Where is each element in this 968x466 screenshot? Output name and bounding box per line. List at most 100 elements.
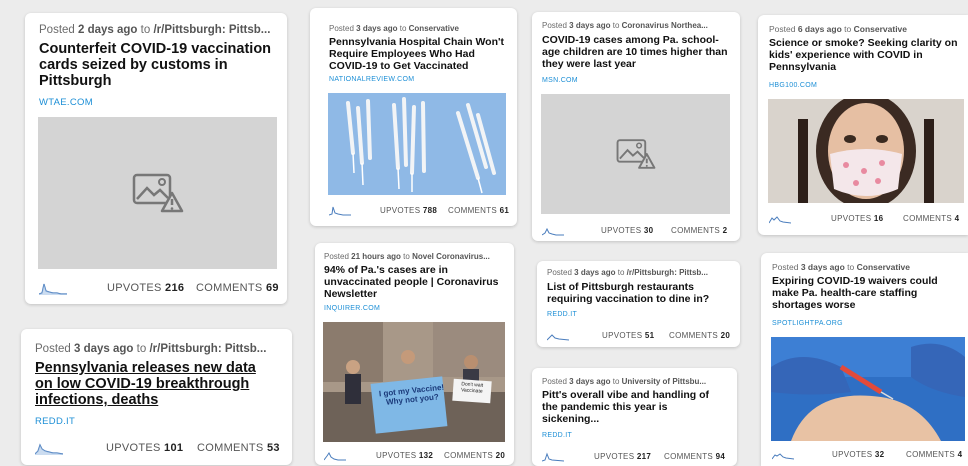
comments[interactable]: COMMENTS 69 [196, 282, 279, 294]
subreddit-link[interactable]: Conservative [409, 24, 459, 33]
to-label: to [617, 268, 625, 277]
post-domain[interactable]: REDD.IT [547, 311, 577, 318]
upvotes: UPVOTES 216 [107, 282, 184, 294]
comments-label: COMMENTS [903, 213, 953, 223]
posted-label: Posted [542, 377, 567, 386]
upvotes-label: UPVOTES [602, 330, 643, 340]
image-placeholder [38, 117, 277, 269]
post-age: 3 days ago [569, 21, 611, 30]
to-label: to [140, 24, 151, 36]
post-domain[interactable]: REDD.IT [542, 432, 572, 439]
post-title[interactable]: COVID-19 cases among Pa. school-age chil… [542, 34, 730, 70]
comments[interactable]: COMMENTS 20 [669, 331, 730, 340]
post-title[interactable]: Counterfeit COVID-19 vaccination cards s… [39, 41, 279, 89]
post-footer: UPVOTES 30 COMMENTS 2 [542, 224, 732, 236]
activity-sparkline [329, 206, 351, 215]
upvotes-label: UPVOTES [831, 213, 872, 223]
posted-label: Posted [547, 268, 572, 277]
post-card[interactable]: Posted 2 days ago to /r/Pittsburgh: Pitt… [25, 13, 287, 304]
post-meta: Posted 3 days ago to /r/Pittsburgh: Pitt… [547, 268, 735, 277]
post-domain[interactable]: HBG100.COM [769, 82, 817, 89]
comments-count: 61 [499, 205, 510, 215]
image-placeholder-icon [616, 139, 655, 169]
post-footer: UPVOTES 216 COMMENTS 69 [39, 280, 279, 296]
post-card[interactable]: Posted 3 days ago to Conservative Expiri… [761, 253, 968, 466]
post-title[interactable]: Pitt's overall vibe and handling of the … [542, 389, 727, 425]
subreddit-link[interactable]: Conservative [854, 24, 907, 34]
post-age: 3 days ago [74, 343, 134, 355]
upvotes-label: UPVOTES [106, 442, 161, 454]
comments[interactable]: COMMENTS 4 [903, 214, 959, 223]
post-card[interactable]: Posted 3 days ago to /r/Pittsburgh: Pitt… [21, 329, 292, 465]
comments-label: COMMENTS [197, 442, 264, 454]
comments[interactable]: COMMENTS 94 [664, 452, 725, 461]
post-footer: UPVOTES 32 COMMENTS 4 [772, 448, 964, 460]
post-domain[interactable]: MSN.COM [542, 77, 578, 84]
comments-label: COMMENTS [444, 450, 494, 460]
post-title[interactable]: 94% of Pa.'s cases are in unvaccinated p… [324, 264, 504, 300]
posted-label: Posted [772, 262, 799, 272]
upvotes-count: 216 [165, 282, 185, 294]
post-card[interactable]: Posted 3 days ago to /r/Pittsburgh: Pitt… [537, 261, 740, 347]
upvotes-count: 16 [873, 213, 884, 223]
post-title[interactable]: Pennsylvania releases new data on low CO… [35, 360, 275, 408]
post-age: 3 days ago [569, 377, 611, 386]
comments[interactable]: COMMENTS 20 [444, 451, 505, 460]
post-title[interactable]: List of Pittsburgh restaurants requiring… [547, 281, 732, 305]
upvotes-count: 217 [636, 451, 652, 461]
post-title[interactable]: Science or smoke? Seeking clarity on kid… [769, 37, 964, 73]
comments[interactable]: COMMENTS 61 [448, 206, 509, 215]
to-label: to [612, 377, 620, 386]
subreddit-link[interactable]: /r/Pittsburgh: Pittsb... [627, 268, 708, 277]
post-card[interactable]: Posted 3 days ago to University of Pitts… [532, 368, 737, 466]
comments[interactable]: COMMENTS 2 [671, 226, 727, 235]
subreddit-link[interactable]: Novel Coronavirus... [412, 252, 490, 261]
post-meta: Posted 3 days ago to University of Pitts… [542, 377, 730, 386]
upvotes: UPVOTES 32 [832, 450, 884, 459]
protest-photo: I got my Vaccine! Why not you? Don't wai… [323, 322, 505, 442]
post-footer: UPVOTES 101 COMMENTS 53 [35, 440, 285, 456]
upvotes: UPVOTES 217 [594, 452, 651, 461]
post-card[interactable]: Posted 3 days ago to Coronavirus Northea… [532, 12, 740, 241]
upvotes-count: 788 [422, 205, 438, 215]
post-age: 6 days ago [797, 24, 842, 34]
post-title[interactable]: Expiring COVID-19 waivers could make Pa.… [772, 275, 964, 311]
comments[interactable]: COMMENTS 53 [197, 442, 280, 454]
subreddit-link[interactable]: University of Pittsbu... [622, 377, 706, 386]
subreddit-link[interactable]: Conservative [857, 262, 910, 272]
comments-count: 69 [265, 282, 279, 294]
post-title[interactable]: Pennsylvania Hospital Chain Won't Requir… [329, 36, 509, 72]
syringes-photo [328, 93, 506, 195]
comments-count: 4 [954, 213, 960, 223]
upvotes: UPVOTES 51 [602, 331, 654, 340]
post-card[interactable]: Posted 6 days ago to Conservative Scienc… [758, 15, 968, 235]
post-domain[interactable]: REDD.IT [35, 416, 75, 427]
post-meta: Posted 21 hours ago to Novel Coronavirus… [324, 252, 506, 261]
post-card[interactable]: Posted 21 hours ago to Novel Coronavirus… [315, 243, 514, 465]
injection-illustration [771, 337, 965, 441]
upvotes-count: 101 [164, 442, 184, 454]
post-domain[interactable]: INQUIRER.COM [324, 305, 380, 312]
comments-label: COMMENTS [669, 330, 719, 340]
posted-label: Posted [39, 24, 75, 36]
subreddit-link[interactable]: /r/Pittsburgh: Pittsb... [153, 24, 270, 36]
post-domain[interactable]: WTAE.COM [39, 97, 93, 108]
post-footer: UPVOTES 788 COMMENTS 61 [329, 204, 509, 216]
comments-count: 4 [957, 449, 963, 459]
comments[interactable]: COMMENTS 4 [906, 450, 962, 459]
post-domain[interactable]: SPOTLIGHTPA.ORG [772, 320, 843, 327]
post-age: 2 days ago [78, 24, 138, 36]
posted-label: Posted [769, 24, 796, 34]
comments-count: 20 [720, 330, 731, 340]
post-card[interactable]: Posted 3 days ago to Conservative Pennsy… [310, 8, 517, 226]
upvotes: UPVOTES 16 [831, 214, 883, 223]
post-domain[interactable]: NATIONALREVIEW.COM [329, 76, 414, 83]
subreddit-link[interactable]: /r/Pittsburgh: Pittsb... [149, 343, 266, 355]
post-footer: UPVOTES 217 COMMENTS 94 [542, 450, 732, 462]
to-label: to [844, 24, 852, 34]
post-meta: Posted 6 days ago to Conservative [769, 24, 961, 34]
comments-label: COMMENTS [196, 282, 263, 294]
post-age: 3 days ago [800, 262, 845, 272]
subreddit-link[interactable]: Coronavirus Northea... [622, 21, 708, 30]
upvotes: UPVOTES 101 [106, 442, 183, 454]
